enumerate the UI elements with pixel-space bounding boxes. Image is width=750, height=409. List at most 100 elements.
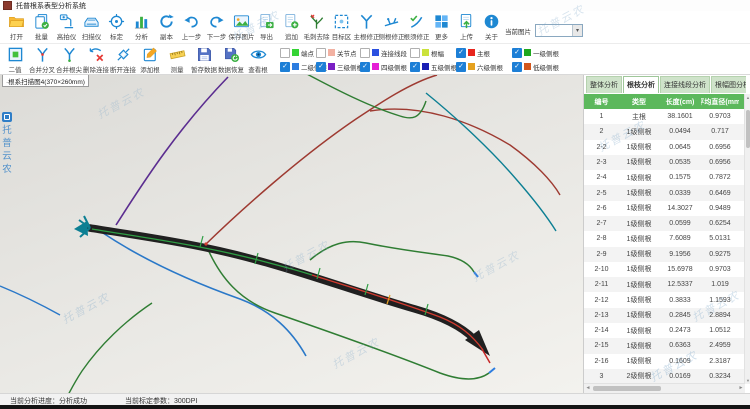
toolbar-button-merge-fork[interactable]: 合并分叉 <box>29 45 55 74</box>
layer-toggle-lateral-low[interactable]: ✓低级侧根 <box>512 60 566 73</box>
checked-checkbox-icon[interactable]: ✓ <box>512 48 522 58</box>
tab-width-map[interactable]: 根幅图分析 <box>711 76 746 93</box>
table-row[interactable]: 2-101级侧根15.69780.9703 <box>584 262 745 277</box>
toolbar-button-append[interactable]: 追加 <box>279 12 304 41</box>
toolbar-button-label: 分析 <box>135 31 148 41</box>
table-row[interactable]: 2-81级侧根7.60895.0131 <box>584 231 745 246</box>
toolbar-button-lateral-root-fix[interactable]: 侧根修正 <box>379 12 404 41</box>
checked-checkbox-icon[interactable]: ✓ <box>512 62 522 72</box>
table-row[interactable]: 2-131级侧根0.28452.8894 <box>584 308 745 323</box>
table-vertical-scrollbar[interactable]: ▲ ▼ <box>744 94 750 384</box>
chevron-down-icon[interactable]: ▾ <box>572 25 582 36</box>
toolbar-button-delete-link[interactable]: 删除连接 <box>83 45 109 74</box>
table-row[interactable]: 2-61级侧根14.30270.9489 <box>584 201 745 216</box>
toolbar-button-analyze[interactable]: 分析 <box>129 12 154 41</box>
layer-toggle-lateral-2[interactable]: ✓二级侧根 <box>280 60 316 73</box>
toolbar-button-break-link[interactable]: 断开连接 <box>110 45 136 74</box>
table-row[interactable]: 2-121级侧根0.38331.1593 <box>584 292 745 307</box>
table-row[interactable]: 2-51级侧根0.03390.6469 <box>584 185 745 200</box>
root-drawing[interactable] <box>0 73 583 393</box>
layer-toggle-endpoint[interactable]: 端点 <box>280 46 316 59</box>
toolbar-button-label: 测量 <box>171 64 184 74</box>
table-row[interactable]: 2-91级侧根9.19560.9275 <box>584 247 745 262</box>
toolbar-button-upload[interactable]: 上传 <box>454 12 479 41</box>
layer-toggle-lateral-3[interactable]: ✓三级侧根 <box>316 60 360 73</box>
tab-overall[interactable]: 整体分析 <box>586 76 622 93</box>
horizontal-scroll-thumb[interactable] <box>593 386 661 391</box>
table-row[interactable]: 2-21级侧根0.06450.6956 <box>584 140 745 155</box>
checked-checkbox-icon[interactable]: ✓ <box>410 62 420 72</box>
scroll-left-icon[interactable]: ◄ <box>584 384 592 393</box>
tab-branch[interactable]: 根枝分析 <box>623 76 659 93</box>
table-row[interactable]: 1主根38.16010.9703 <box>584 109 745 124</box>
table-horizontal-scrollbar[interactable]: ◄ ► <box>584 383 745 393</box>
toolbar-button-redo[interactable]: 下一步 <box>204 12 229 41</box>
current-image-label: 当前图片 <box>505 26 531 36</box>
table-row[interactable]: 2-71级侧根0.05990.6254 <box>584 216 745 231</box>
toolbar-button-label: 关于 <box>485 31 498 41</box>
toolbar-button-undo[interactable]: 上一步 <box>179 12 204 41</box>
toolbar-button-add-root[interactable]: 添加根 <box>137 45 163 74</box>
scanner-icon <box>83 13 100 30</box>
layer-toggle-root-width[interactable]: 根幅 <box>410 46 456 59</box>
toolbar-button-restore-data[interactable]: 数据恢复 <box>218 45 244 74</box>
toolbar-button-more[interactable]: 更多 <box>429 12 454 41</box>
image-canvas[interactable]: ·根系扫描图4(370×260mm) 托普云农 <box>0 73 583 393</box>
unchecked-checkbox-icon[interactable] <box>316 48 326 58</box>
toolbar-button-batch[interactable]: 批量 <box>29 12 54 41</box>
checked-checkbox-icon[interactable]: ✓ <box>456 62 466 72</box>
table-row[interactable]: 2-161级侧根0.16092.3187 <box>584 354 745 369</box>
toolbar-button-view-root[interactable]: 查看根 <box>245 45 271 74</box>
toolbar-button-stash-data[interactable]: 暂存数据 <box>191 45 217 74</box>
layer-toggle-lateral-6[interactable]: ✓六级侧根 <box>456 60 512 73</box>
scroll-down-icon[interactable]: ▼ <box>745 377 750 384</box>
layer-toggle-lateral-1[interactable]: ✓一级侧根 <box>512 46 566 59</box>
toolbar-button-export[interactable]: 导出 <box>254 12 279 41</box>
toolbar-button-scanner[interactable]: 扫描仪 <box>79 12 104 41</box>
image-tab[interactable]: ·根系扫描图4(370×260mm) <box>2 74 89 87</box>
checked-checkbox-icon[interactable]: ✓ <box>280 62 290 72</box>
layer-toggle-segment[interactable]: 连接线段 <box>360 46 410 59</box>
tab-segment[interactable]: 连接线段分析 <box>660 76 710 93</box>
toolbar-button-calibrate[interactable]: 标定 <box>104 12 129 41</box>
table-cell: 0.2473 <box>659 327 701 334</box>
toolbar-button-merge-tip[interactable]: 合并根尖 <box>56 45 82 74</box>
toolbar-button-copy[interactable]: 副本 <box>154 12 179 41</box>
layer-toggle-joint[interactable]: 关节点 <box>316 46 360 59</box>
table-row[interactable]: 21级侧根0.04940.717 <box>584 124 745 139</box>
current-image-select[interactable]: ▾ <box>535 24 583 37</box>
table-row[interactable]: 2-41级侧根0.15750.7872 <box>584 170 745 185</box>
table-row[interactable]: 2-151级侧根0.63632.4959 <box>584 338 745 353</box>
checked-checkbox-icon[interactable]: ✓ <box>456 48 466 58</box>
toolbar-button-root-hair-fix[interactable]: 根须修正 <box>404 12 429 41</box>
toolbar-button-burr-remove[interactable]: 毛刺去除 <box>304 12 329 41</box>
toolbar-button-label: 副本 <box>160 31 173 41</box>
table-cell: 3 <box>584 373 619 380</box>
table-row[interactable]: 2-141级侧根0.24731.0512 <box>584 323 745 338</box>
layer-toggle-lateral-5[interactable]: ✓五级侧根 <box>410 60 456 73</box>
table-row[interactable]: 2-111级侧根12.53371.019 <box>584 277 745 292</box>
toolbar-button-measure[interactable]: 测量 <box>164 45 190 74</box>
toolbar-button-target-area[interactable]: 目标区 <box>329 12 354 41</box>
checked-checkbox-icon[interactable]: ✓ <box>316 62 326 72</box>
toolbar-button-open[interactable]: 打开 <box>4 12 29 41</box>
unchecked-checkbox-icon[interactable] <box>280 48 290 58</box>
toolbar-button-doc-camera[interactable]: 高拍仪 <box>54 12 79 41</box>
layer-toggle-lateral-4[interactable]: ✓四级侧根 <box>360 60 410 73</box>
toolbar-button-main-root-fix[interactable]: 主根修正 <box>354 12 379 41</box>
toolbar-button-binary[interactable]: 二值 <box>2 45 28 74</box>
unchecked-checkbox-icon[interactable] <box>360 48 370 58</box>
layer-toggle-main-root[interactable]: ✓主根 <box>456 46 512 59</box>
scroll-up-icon[interactable]: ▲ <box>745 94 750 101</box>
table-cell: 0.6956 <box>701 144 739 151</box>
toolbar-button-save-image[interactable]: 保存图片 <box>229 12 254 41</box>
table-row[interactable]: 32级侧根0.01690.3234 <box>584 369 745 384</box>
table-cell: 1级侧根 <box>619 203 659 213</box>
unchecked-checkbox-icon[interactable] <box>410 48 420 58</box>
vertical-scroll-thumb[interactable] <box>746 110 750 148</box>
checked-checkbox-icon[interactable]: ✓ <box>360 62 370 72</box>
toolbar-button-about[interactable]: 关于 <box>479 12 504 41</box>
redo-icon <box>208 13 225 30</box>
scroll-right-icon[interactable]: ► <box>737 384 745 393</box>
table-row[interactable]: 2-31级侧根0.05350.6956 <box>584 155 745 170</box>
